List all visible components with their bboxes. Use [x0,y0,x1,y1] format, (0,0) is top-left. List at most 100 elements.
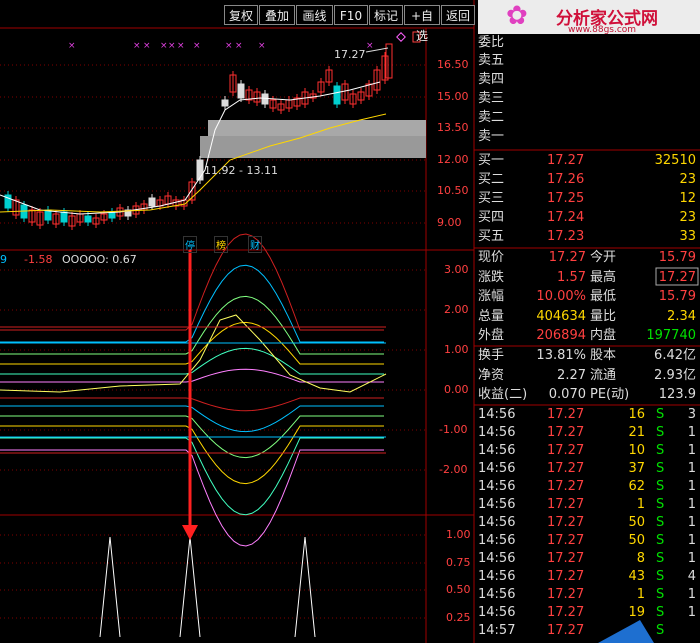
stat-label: 现价 [478,250,505,265]
range-label: 11.92 - 13.11 [204,164,278,177]
stat-label: 最高 [590,269,617,285]
bid-volume: 23 [679,210,696,225]
toolbar-button-0[interactable]: 复权 [224,5,258,25]
trade-count: 1 [687,605,696,620]
trade-side: S [656,605,665,620]
trade-side: S [656,497,665,512]
trade-price: 17.27 [547,605,585,620]
toolbar-button-1[interactable]: 叠加 [259,5,295,25]
range-box [208,120,426,136]
trade-side: S [656,587,665,602]
signal-marker: × [133,41,141,51]
trade-time: 14:56 [478,479,516,494]
signal-marker: × [143,41,151,51]
bid-label: 买一 [478,153,505,168]
stat-label: 今开 [590,250,617,265]
trade-side: S [656,551,665,566]
stat-label: 内盘 [590,328,617,344]
toolbar-button-5[interactable]: +自选 [404,5,440,43]
stat-value: 1.57 [557,269,586,285]
main-yaxis-label: 12.00 [437,153,469,166]
trade-time: 14:56 [478,425,516,440]
trade-count: 3 [687,407,696,422]
trade-volume: 37 [628,461,645,476]
trade-volume: 19 [628,605,645,620]
trade-price: 17.27 [547,515,585,530]
event-tag[interactable]: 财 [248,236,262,253]
main-yaxis-label: 10.50 [437,184,469,197]
trade-count: 1 [687,587,696,602]
bid-label: 买三 [478,191,505,206]
trade-side: S [656,515,665,530]
trade-count: 1 [687,515,696,530]
stat-label: 外盘 [478,328,505,344]
trade-count: 1 [687,461,696,476]
bid-volume: 32510 [654,153,696,168]
trade-count: 1 [687,443,696,458]
trade-time: 14:56 [478,497,516,512]
ask-label: 卖三 [478,91,505,106]
indicator2-yaxis-label: 0.25 [446,611,471,624]
trade-time: 14:56 [478,605,516,620]
signal-marker: × [225,41,233,51]
toolbar-button-2[interactable]: 画线 [296,5,333,25]
stat-value: 2.93亿 [654,367,696,383]
indicator2-yaxis-label: 0.75 [446,556,471,569]
indicator-header: -1.58 [24,253,53,266]
toolbar-button-4[interactable]: 标记 [369,5,403,25]
stat-label: 涨跌 [478,269,505,285]
trade-price: 17.27 [547,569,585,584]
trade-count: 1 [687,479,696,494]
trade-time: 14:56 [478,515,516,530]
bid-price: 17.25 [547,191,585,206]
trade-price: 17.27 [547,497,585,512]
main-yaxis-label: 13.50 [437,121,469,134]
stat-label: 涨幅 [478,289,505,305]
toolbar-button-6[interactable]: 返回 [441,5,475,25]
bid-volume: 12 [679,191,696,206]
stat-value: 15.79 [658,250,696,265]
signal-marker: × [235,41,243,51]
indicator-band [0,295,384,355]
trade-volume: 62 [628,479,645,494]
ask-label: 卖四 [478,72,505,87]
stat-value: 197740 [646,328,696,344]
trade-time: 14:56 [478,587,516,602]
bid-price: 17.26 [547,172,585,187]
indicator-header: OOOOO: 0.67 [62,253,137,266]
stat-value: 10.00% [536,289,586,305]
signal-spike [294,536,316,638]
event-tag[interactable]: 榜 [214,236,228,253]
trade-volume: 16 [628,407,645,422]
arrow-head [182,525,198,540]
trade-volume: 1 [636,587,645,602]
toolbar-button-3[interactable]: F10 [334,5,368,25]
ask-label: 卖二 [478,110,505,125]
main-yaxis-label: 9.00 [437,216,462,229]
signal-marker: × [168,41,176,51]
candle-body [261,93,269,105]
trade-price: 17.27 [547,551,585,566]
trade-time: 14:56 [478,569,516,584]
trade-price: 17.27 [547,425,585,440]
trade-count: 1 [687,497,696,512]
indicator2-yaxis-label: 1.00 [446,528,471,541]
bid-price: 17.27 [547,153,585,168]
logo: ✿ 分析家公式网 www.88gs.com [478,0,700,35]
trade-count: 1 [687,551,696,566]
candle-body [333,85,341,105]
trade-price: 17.27 [547,461,585,476]
trade-side: S [656,479,665,494]
bid-label: 买四 [478,210,505,225]
bid-volume: 33 [679,229,696,244]
flower-icon: ✿ [506,1,528,31]
candle-body [237,83,245,99]
stat-value: 17.27 [548,250,586,265]
range-box [200,136,426,158]
bird-icon [598,620,654,643]
signal-spike [99,536,121,638]
indicator-header: 9 [0,253,7,266]
stat-label: 换手 [478,348,505,363]
trade-volume: 50 [628,533,645,548]
event-tag[interactable]: 停 [183,236,197,253]
